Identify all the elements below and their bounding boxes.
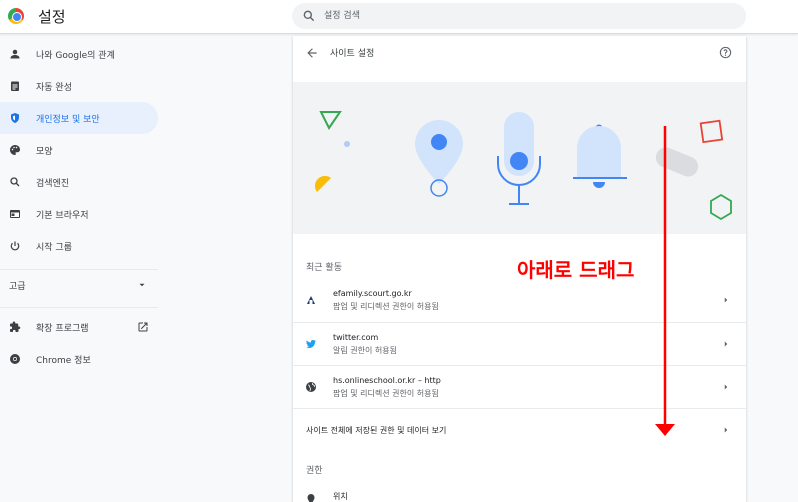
twitter-bird-icon [306, 339, 316, 349]
chevron-right-icon [724, 427, 728, 433]
chevron-right-icon [724, 297, 728, 303]
sidebar-item-label: 모양 [36, 147, 53, 157]
clipboard-icon [11, 81, 19, 91]
back-arrow-icon[interactable] [305, 46, 319, 60]
sidebar-item-you-and-google[interactable]: 나와 Google의 관계 [0, 38, 158, 70]
sidebar-item-autofill[interactable]: 자동 완성 [0, 70, 158, 102]
page-title: 사이트 설정 [330, 49, 375, 59]
card-header: 사이트 설정 [293, 36, 746, 70]
sidebar-item-extensions[interactable]: 확장 프로그램 [0, 311, 158, 343]
sidebar-item-appearance[interactable]: 모양 [0, 134, 158, 166]
sidebar-item-label: 개인정보 및 보안 [36, 115, 100, 125]
sidebar-item-label: Chrome 정보 [36, 356, 91, 366]
chrome-icon [10, 354, 20, 364]
sidebar: 나와 Google의 관계 자동 완성 개인정보 및 보안 모양 검색엔진 기본… [0, 36, 160, 502]
puzzle-icon [10, 321, 21, 332]
sidebar-item-label: 확장 프로그램 [36, 324, 89, 334]
sidebar-item-label: 고급 [9, 282, 26, 292]
drag-down-annotation: 아래로 드래그 [517, 258, 635, 282]
permission-row-location[interactable]: 위치 [293, 481, 746, 502]
site-permission-detail: 팝업 및 리디렉션 권한이 허용됨 [333, 302, 439, 311]
top-bar: 설정 [0, 0, 798, 34]
permission-label: 위치 [333, 492, 348, 501]
globe-icon [306, 382, 316, 392]
drag-down-arrow-icon [655, 126, 675, 436]
sidebar-item-label: 나와 Google의 관계 [36, 51, 115, 61]
sidebar-item-label: 시작 그룹 [36, 243, 72, 253]
sidebar-item-privacy-security[interactable]: 개인정보 및 보안 [0, 102, 158, 134]
search-icon [10, 177, 20, 187]
permissions-heading: 권한 [306, 466, 323, 476]
site-favicon-icon [307, 296, 315, 304]
view-all-site-data-label: 사이트 전체에 저장된 권한 및 데이터 보기 [306, 426, 447, 435]
search-box[interactable] [292, 3, 746, 29]
shield-icon [11, 113, 19, 123]
sidebar-item-advanced[interactable]: 고급 [0, 269, 158, 301]
sidebar-item-search-engine[interactable]: 검색엔진 [0, 166, 158, 198]
site-name: hs.onlineschool.or.kr – http [333, 376, 441, 385]
site-permission-detail: 팝업 및 리디렉션 권한이 허용됨 [333, 389, 439, 398]
site-permission-detail: 알림 권한이 허용됨 [333, 346, 397, 355]
person-icon [10, 49, 20, 59]
chevron-down-icon [139, 283, 145, 287]
sidebar-item-label: 기본 브라우저 [36, 211, 89, 221]
location-pin-icon [307, 494, 315, 502]
chrome-logo-icon [8, 8, 24, 24]
sidebar-item-about-chrome[interactable]: Chrome 정보 [0, 343, 158, 375]
app-title: 설정 [38, 8, 66, 26]
search-input[interactable] [324, 7, 724, 25]
sidebar-item-label: 자동 완성 [36, 83, 72, 93]
site-name: twitter.com [333, 333, 379, 342]
chevron-right-icon [724, 341, 728, 347]
open-in-new-icon[interactable] [137, 321, 149, 333]
chevron-right-icon [724, 384, 728, 390]
sidebar-item-default-browser[interactable]: 기본 브라우저 [0, 198, 158, 230]
sidebar-item-label: 검색엔진 [36, 179, 70, 189]
recent-activity-heading: 최근 활동 [306, 263, 342, 273]
search-icon [303, 10, 315, 22]
power-icon [10, 241, 20, 251]
palette-icon [10, 145, 20, 155]
sidebar-divider [0, 307, 158, 308]
sidebar-item-on-startup[interactable]: 시작 그룹 [0, 230, 158, 262]
site-name: efamily.scourt.go.kr [333, 289, 412, 298]
help-icon[interactable] [719, 46, 732, 59]
browser-icon [10, 210, 20, 218]
